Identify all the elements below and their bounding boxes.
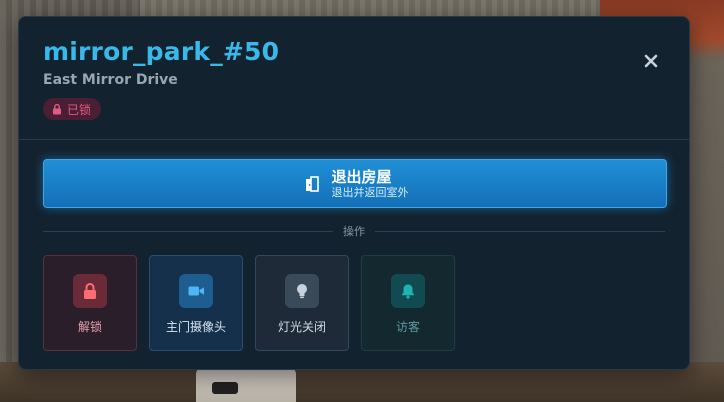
exit-house-button[interactable]: 退出房屋 退出并返回室外 [43, 159, 667, 208]
house-menu-panel: mirror_park_#50 East Mirror Drive 已锁 退出房… [18, 16, 690, 370]
background-character [196, 368, 296, 402]
bell-icon [402, 284, 414, 299]
exit-button-title: 退出房屋 [331, 167, 392, 186]
close-button[interactable] [643, 53, 659, 69]
divider-line-right [375, 230, 665, 232]
actions-section-label: 操作 [343, 225, 365, 238]
lights-off-button[interactable]: 灯光关闭 [255, 255, 349, 351]
lightbulb-icon [297, 284, 307, 299]
camera-icon-box [179, 274, 213, 308]
unlock-icon-box [73, 274, 107, 308]
lightbulb-icon-box [285, 274, 319, 308]
unlock-label: 解锁 [77, 320, 102, 334]
bell-icon-box [391, 274, 425, 308]
property-address: East Mirror Drive [43, 72, 178, 88]
visitor-label: 访客 [395, 320, 420, 334]
panel-header: mirror_park_#50 East Mirror Drive 已锁 [19, 17, 689, 140]
unlock-button[interactable]: 解锁 [43, 255, 137, 351]
visitor-button[interactable]: 访客 [361, 255, 455, 351]
lock-icon [84, 283, 96, 299]
door-exit-icon [305, 175, 319, 192]
actions-divider: 操作 [43, 223, 665, 239]
lock-icon [53, 103, 61, 115]
exit-button-subtitle: 退出并返回室外 [331, 185, 409, 199]
lights-label: 灯光关闭 [277, 320, 326, 334]
lock-status-badge: 已锁 [43, 98, 102, 120]
action-grid: 解锁 主门摄像头 灯光关闭 访客 [43, 255, 455, 351]
video-camera-icon [188, 286, 204, 296]
close-icon [644, 54, 658, 68]
lock-status-text: 已锁 [67, 102, 92, 117]
background-character-watch [212, 382, 238, 394]
property-title: mirror_park_#50 [43, 37, 280, 66]
camera-label: 主门摄像头 [165, 320, 226, 334]
front-door-camera-button[interactable]: 主门摄像头 [149, 255, 243, 351]
divider-line-left [43, 230, 333, 232]
